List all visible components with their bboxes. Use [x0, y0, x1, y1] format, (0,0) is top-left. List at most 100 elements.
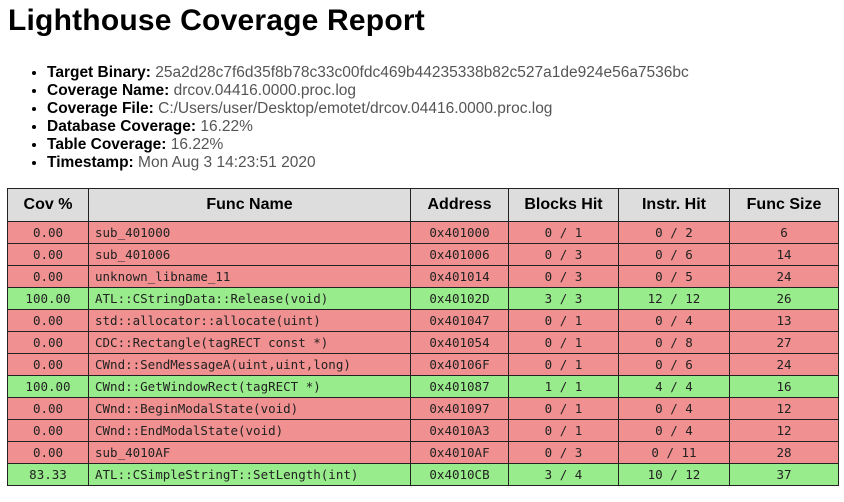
cell-address: 0x40106F	[410, 353, 509, 376]
info-label: Table Coverage:	[47, 136, 167, 153]
info-coverage-name: Coverage Name: drcov.04416.0000.proc.log	[47, 82, 689, 100]
cell-func-size: 28	[729, 441, 839, 464]
cell-func-size: 14	[729, 243, 839, 266]
cell-cov: 0.00	[7, 243, 89, 266]
cell-blocks-hit: 3 / 4	[508, 463, 619, 486]
cell-func-name: sub_401006	[88, 243, 411, 266]
cell-func-size: 13	[729, 309, 839, 332]
info-table-coverage: Table Coverage: 16.22%	[47, 136, 689, 154]
cell-func-size: 24	[729, 353, 839, 376]
cell-cov: 0.00	[7, 441, 89, 464]
cell-instr-hit: 12 / 12	[618, 287, 730, 310]
cell-func-size: 16	[729, 375, 839, 398]
cell-func-name: ATL::CStringData::Release(void)	[88, 287, 411, 310]
cell-cov: 83.33	[7, 463, 89, 486]
info-value: 16.22%	[170, 136, 224, 153]
cell-blocks-hit: 0 / 1	[508, 419, 619, 442]
cell-func-size: 24	[729, 265, 839, 288]
cell-cov: 0.00	[7, 309, 89, 332]
cell-instr-hit: 0 / 2	[618, 221, 730, 244]
cell-func-name: CWnd::GetWindowRect(tagRECT *)	[88, 375, 411, 398]
cell-func-name: CWnd::EndModalState(void)	[88, 419, 411, 442]
cell-blocks-hit: 0 / 1	[508, 221, 619, 244]
cell-blocks-hit: 1 / 1	[508, 375, 619, 398]
cell-cov: 100.00	[7, 375, 89, 398]
cell-func-name: CWnd::SendMessageA(uint,uint,long)	[88, 353, 411, 376]
table-row[interactable]: 0.00 CWnd::SendMessageA(uint,uint,long) 0x…	[7, 353, 839, 376]
cell-func-size: 26	[729, 287, 839, 310]
cell-cov: 0.00	[7, 265, 89, 288]
coverage-table: Cov % Func Name Address Blocks Hit Instr…	[7, 188, 839, 486]
info-value: 25a2d28c7f6d35f8b78c33c00fdc469b44235338…	[155, 64, 689, 81]
column-header-func-size[interactable]: Func Size	[729, 188, 839, 222]
table-row[interactable]: 0.00 CWnd::BeginModalState(void) 0x401097 0…	[7, 397, 839, 420]
page-title: Lighthouse Coverage Report	[8, 4, 425, 37]
cell-address: 0x40102D	[410, 287, 509, 310]
cell-func-size: 6	[729, 221, 839, 244]
cell-instr-hit: 0 / 4	[618, 397, 730, 420]
column-header-address[interactable]: Address	[410, 188, 509, 222]
report-info-list: Target Binary: 25a2d28c7f6d35f8b78c33c00…	[22, 64, 689, 172]
table-row[interactable]: 0.00 sub_401006 0x401006 0 / 30 / 6 14	[7, 243, 839, 266]
table-header-row: Cov % Func Name Address Blocks Hit Instr…	[7, 188, 839, 222]
table-row[interactable]: 100.00 ATL::CStringData::Release(void) 0x4…	[7, 287, 839, 310]
cell-blocks-hit: 0 / 3	[508, 265, 619, 288]
table-row[interactable]: 0.00 CWnd::EndModalState(void) 0x4010A3 0 /…	[7, 419, 839, 442]
cell-instr-hit: 0 / 5	[618, 265, 730, 288]
info-value: 16.22%	[200, 118, 253, 135]
cell-address: 0x401087	[410, 375, 509, 398]
cell-cov: 0.00	[7, 331, 89, 354]
cell-instr-hit: 10 / 12	[618, 463, 730, 486]
info-value: drcov.04416.0000.proc.log	[173, 82, 357, 99]
cell-address: 0x401014	[410, 265, 509, 288]
table-row[interactable]: 0.00 sub_4010AF 0x4010AF 0 / 30 / 11 28	[7, 441, 839, 464]
cell-instr-hit: 0 / 6	[618, 243, 730, 266]
cell-instr-hit: 0 / 8	[618, 331, 730, 354]
cell-func-name: CWnd::BeginModalState(void)	[88, 397, 411, 420]
cell-blocks-hit: 0 / 3	[508, 243, 619, 266]
cell-cov: 0.00	[7, 353, 89, 376]
table-row[interactable]: 100.00 CWnd::GetWindowRect(tagRECT *) 0x40…	[7, 375, 839, 398]
cell-instr-hit: 0 / 6	[618, 353, 730, 376]
cell-blocks-hit: 0 / 3	[508, 441, 619, 464]
cell-func-name: sub_401000	[88, 221, 411, 244]
cell-instr-hit: 0 / 11	[618, 441, 730, 464]
cell-address: 0x401000	[410, 221, 509, 244]
cell-address: 0x4010CB	[410, 463, 509, 486]
cell-address: 0x4010AF	[410, 441, 509, 464]
cell-cov: 0.00	[7, 419, 89, 442]
info-timestamp: Timestamp: Mon Aug 3 14:23:51 2020	[47, 154, 689, 172]
info-label: Coverage File:	[47, 100, 154, 117]
table-row[interactable]: 0.00 sub_401000 0x401000 0 / 10 / 26	[7, 221, 839, 244]
info-coverage-file: Coverage File: C:/Users/user/Desktop/emo…	[47, 100, 689, 118]
cell-instr-hit: 4 / 4	[618, 375, 730, 398]
cell-func-name: CDC::Rectangle(tagRECT const *)	[88, 331, 411, 354]
info-value: C:/Users/user/Desktop/emotet/drcov.04416…	[158, 100, 553, 117]
cell-cov: 100.00	[7, 287, 89, 310]
cell-func-name: unknown_libname_11	[88, 265, 411, 288]
column-header-func-name[interactable]: Func Name	[88, 188, 411, 222]
cell-address: 0x4010A3	[410, 419, 509, 442]
table-row[interactable]: 0.00 CDC::Rectangle(tagRECT const *) 0x401…	[7, 331, 839, 354]
info-target-binary: Target Binary: 25a2d28c7f6d35f8b78c33c00…	[47, 64, 689, 82]
cell-address: 0x401047	[410, 309, 509, 332]
cell-func-name: ATL::CSimpleStringT::SetLength(int)	[88, 463, 411, 486]
table-body: 0.00 sub_401000 0x401000 0 / 10 / 2 6 0.00 sub…	[7, 221, 839, 486]
table-row[interactable]: 0.00 std::allocator::allocate(uint) 0x4010…	[7, 309, 839, 332]
cell-blocks-hit: 0 / 1	[508, 353, 619, 376]
table-row[interactable]: 0.00 unknown_libname_11 0x401014 0 / 30 / 5…	[7, 265, 839, 288]
cell-blocks-hit: 0 / 1	[508, 331, 619, 354]
column-header-cov[interactable]: Cov %	[7, 188, 89, 222]
cell-func-name: std::allocator::allocate(uint)	[88, 309, 411, 332]
cell-cov: 0.00	[7, 397, 89, 420]
table-row[interactable]: 83.33 ATL::CSimpleStringT::SetLength(int)…	[7, 463, 839, 486]
cell-blocks-hit: 0 / 1	[508, 309, 619, 332]
info-database-coverage: Database Coverage: 16.22%	[47, 118, 689, 136]
column-header-blocks-hit[interactable]: Blocks Hit	[508, 188, 619, 222]
cell-blocks-hit: 0 / 1	[508, 397, 619, 420]
info-label: Target Binary:	[47, 64, 151, 81]
column-header-instr-hit[interactable]: Instr. Hit	[618, 188, 730, 222]
cell-instr-hit: 0 / 4	[618, 419, 730, 442]
cell-func-size: 37	[729, 463, 839, 486]
cell-cov: 0.00	[7, 221, 89, 244]
